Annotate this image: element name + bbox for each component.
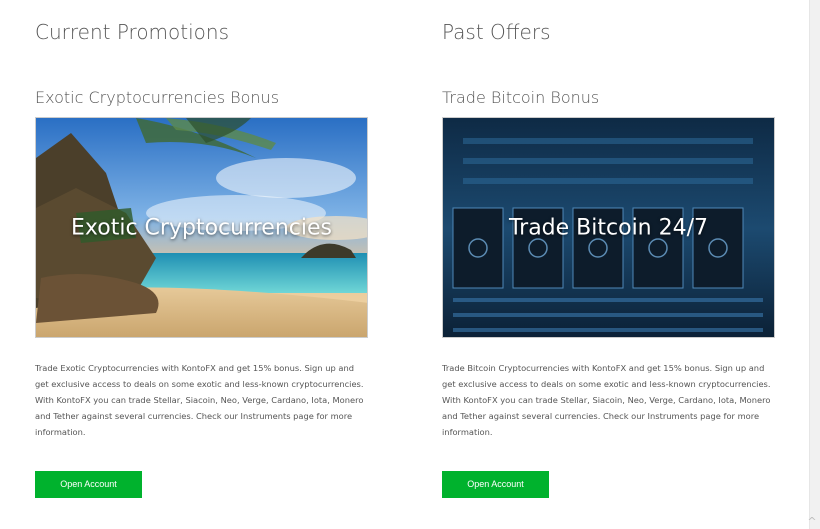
open-account-button-right[interactable]: Open Account — [442, 471, 549, 498]
scroll-up-icon[interactable]: ^ — [804, 515, 820, 529]
open-account-button-left[interactable]: Open Account — [35, 471, 142, 498]
vertical-scrollbar[interactable] — [809, 0, 820, 529]
past-offers-heading: Past Offers — [442, 20, 551, 44]
exotic-crypto-beach-image[interactable]: Exotic Cryptocurrencies — [35, 117, 368, 338]
trade-bitcoin-description: Trade Bitcoin Cryptocurrencies with Kont… — [442, 363, 771, 437]
trade-bitcoin-image-caption: Trade Bitcoin 24/7 — [508, 215, 709, 240]
exotic-crypto-bonus-title: Exotic Cryptocurrencies Bonus — [35, 88, 280, 107]
promotions-page: Current Promotions Exotic Cryptocurrenci… — [0, 0, 820, 529]
exotic-crypto-description: Trade Exotic Cryptocurrencies with Konto… — [35, 363, 364, 437]
bitcoin-mining-rig-image[interactable]: Trade Bitcoin 24/7 — [442, 117, 775, 338]
trade-bitcoin-bonus-title: Trade Bitcoin Bonus — [442, 88, 600, 107]
exotic-crypto-image-caption: Exotic Cryptocurrencies — [71, 215, 332, 240]
current-promotions-heading: Current Promotions — [35, 20, 230, 44]
